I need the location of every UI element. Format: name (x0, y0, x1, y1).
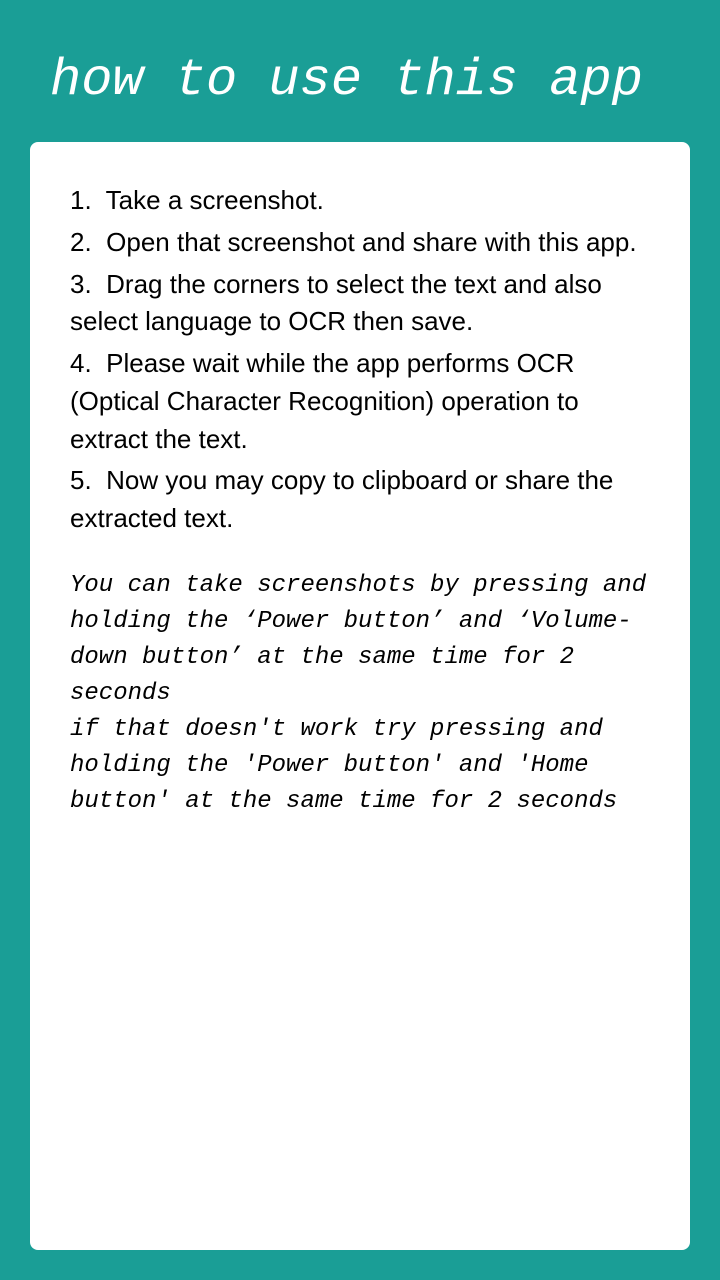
step-4-text: Please wait while the app performs OCR (… (70, 348, 579, 453)
step-3-text: Drag the corners to select the text and … (70, 269, 602, 337)
step-5-text: Now you may copy to clipboard or share t… (70, 465, 613, 533)
step-3-number: 3. (70, 269, 92, 299)
step-5: 5. Now you may copy to clipboard or shar… (70, 462, 650, 537)
tip-section: You can take screenshots by pressing and… (70, 568, 650, 820)
step-3: 3. Drag the corners to select the text a… (70, 266, 650, 341)
step-1-text: Take a screenshot. (106, 185, 324, 215)
tip-text: You can take screenshots by pressing and… (70, 568, 650, 820)
steps-section: 1. Take a screenshot. 2. Open that scree… (70, 182, 650, 537)
step-2-number: 2. (70, 227, 92, 257)
content-card: 1. Take a screenshot. 2. Open that scree… (30, 142, 690, 1250)
step-2: 2. Open that screenshot and share with t… (70, 224, 650, 262)
step-4: 4. Please wait while the app performs OC… (70, 345, 650, 458)
step-5-number: 5. (70, 465, 92, 495)
page-wrapper: how to use this app 1. Take a screenshot… (0, 0, 720, 1280)
step-2-text: Open that screenshot and share with this… (106, 227, 636, 257)
step-4-number: 4. (70, 348, 92, 378)
step-1: 1. Take a screenshot. (70, 182, 650, 220)
page-title: how to use this app (50, 50, 670, 112)
header-section: how to use this app (30, 40, 690, 142)
step-1-number: 1. (70, 185, 92, 215)
